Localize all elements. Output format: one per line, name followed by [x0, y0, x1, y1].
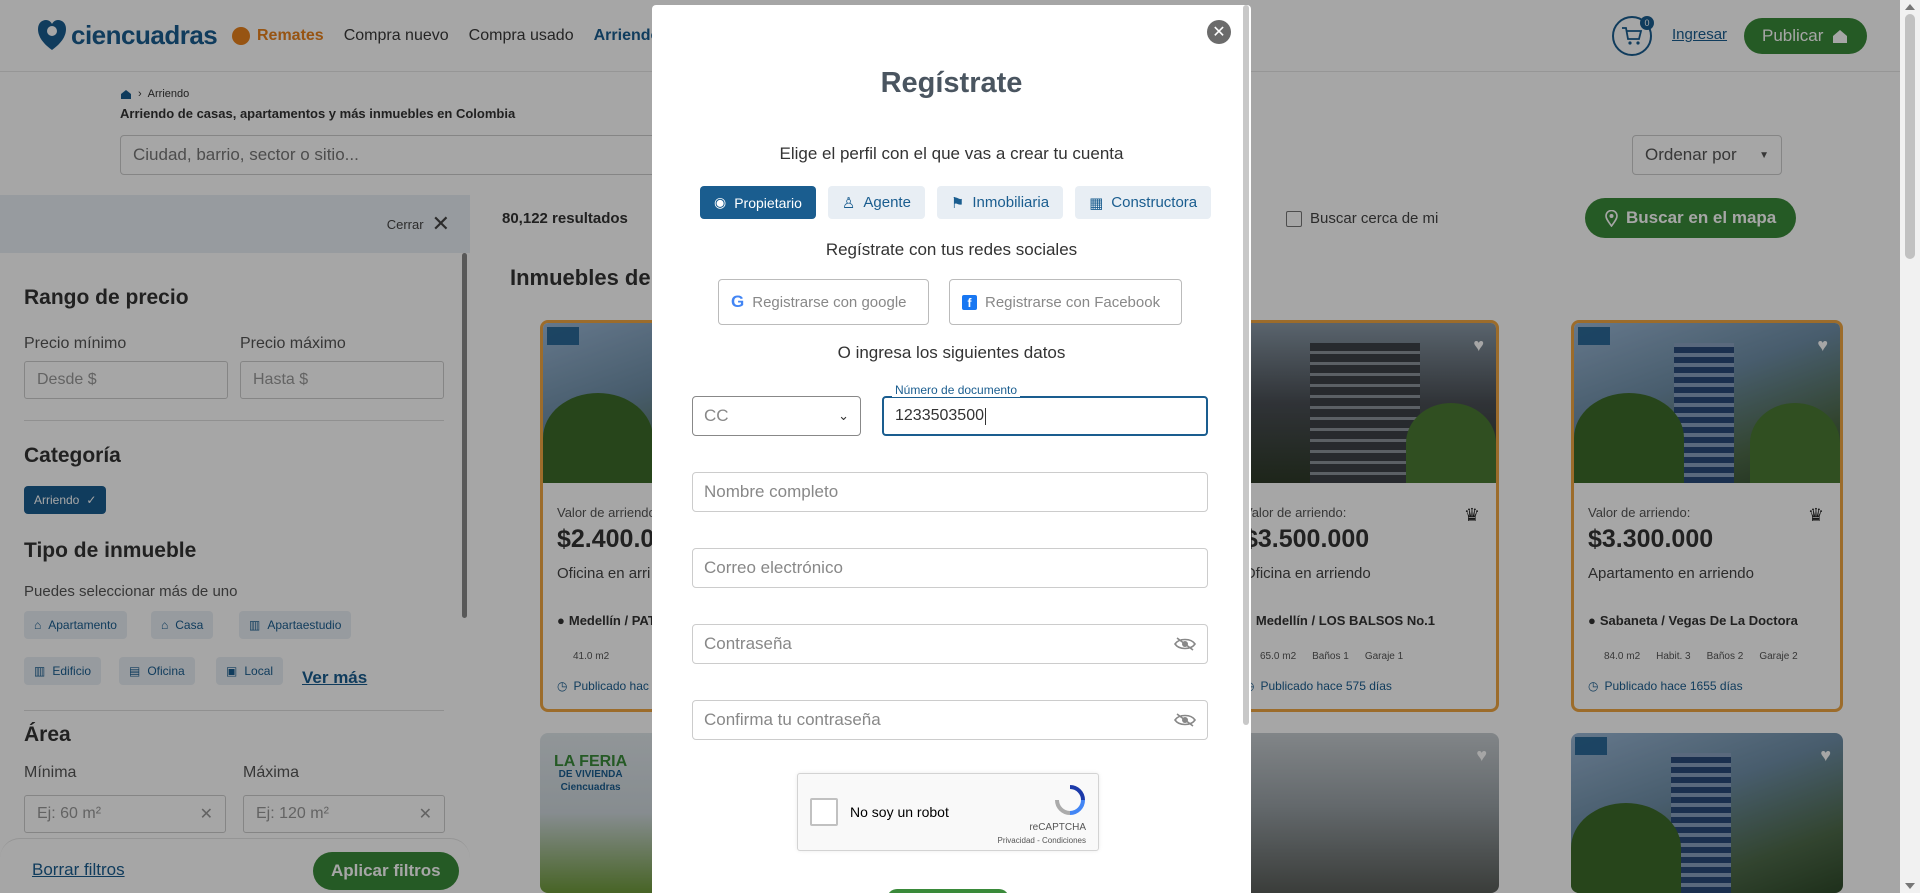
document-number-label: Número de documento — [892, 383, 1021, 397]
profile-constructora[interactable]: ▦ Constructora — [1075, 186, 1212, 219]
recaptcha-brand: reCAPTCHA — [1029, 822, 1086, 833]
eye-off-icon[interactable] — [1174, 637, 1196, 651]
full-name-placeholder: Nombre completo — [704, 482, 839, 501]
document-type-value: CC — [704, 406, 729, 425]
recaptcha-icon — [1055, 785, 1085, 815]
google-label: Registrarse con google — [752, 293, 907, 311]
recaptcha-checkbox[interactable] — [810, 798, 838, 826]
profile-label: Inmobiliaria — [972, 194, 1050, 211]
profile-label: Agente — [863, 194, 911, 211]
google-icon: G — [731, 292, 745, 311]
register-submit-button[interactable] — [887, 889, 1009, 893]
profile-label: Constructora — [1111, 194, 1198, 211]
recaptcha-links[interactable]: Privacidad - Condiciones — [998, 836, 1087, 845]
page-scrollbar[interactable] — [1900, 0, 1920, 893]
building-icon: ▦ — [1089, 194, 1104, 212]
facebook-label: Registrarse con Facebook — [985, 293, 1161, 311]
scroll-thumb[interactable] — [1905, 14, 1915, 259]
user-circle-icon: ◉ — [714, 194, 727, 210]
document-number-input[interactable]: 1233503500 — [882, 396, 1208, 436]
confirm-password-placeholder: Confirma tu contraseña — [704, 710, 881, 729]
person-icon: ♙ — [841, 194, 856, 212]
eye-off-icon[interactable] — [1174, 713, 1196, 727]
close-icon[interactable]: ✕ — [1207, 20, 1231, 44]
document-type-select[interactable]: CC ⌄ — [692, 396, 861, 436]
full-name-input[interactable]: Nombre completo — [692, 472, 1208, 512]
chevron-down-icon: ⌄ — [838, 408, 849, 423]
password-placeholder: Contraseña — [704, 634, 792, 653]
google-register-button[interactable]: G Registrarse con google — [718, 279, 929, 325]
modal-scrollbar[interactable] — [1243, 5, 1249, 725]
profile-selector: ◉ Propietario ♙ Agente ⚑ Inmobiliaria ▦ … — [700, 186, 1212, 219]
profile-label: Propietario — [734, 194, 802, 211]
password-input[interactable]: Contraseña — [692, 624, 1208, 664]
flag-building-icon: ⚑ — [950, 194, 965, 212]
recaptcha-widget: No soy un robot reCAPTCHA Privacidad - C… — [797, 773, 1099, 851]
profile-inmobiliaria[interactable]: ⚑ Inmobiliaria — [936, 186, 1064, 219]
profile-prompt: Elige el perfil con el que vas a crear t… — [779, 144, 1124, 163]
register-modal: ✕ Regístrate Elige el perfil con el que … — [652, 5, 1251, 893]
social-prompt: Regístrate con tus redes sociales — [825, 240, 1078, 259]
email-placeholder: Correo electrónico — [704, 558, 843, 577]
facebook-register-button[interactable]: f Registrarse con Facebook — [949, 279, 1182, 325]
confirm-password-input[interactable]: Confirma tu contraseña — [692, 700, 1208, 740]
modal-title: Regístrate — [880, 67, 1023, 99]
recaptcha-label: No soy un robot — [850, 804, 949, 820]
scroll-up-arrow[interactable] — [1905, 4, 1915, 10]
text-cursor — [984, 407, 986, 425]
email-input[interactable]: Correo electrónico — [692, 548, 1208, 588]
document-number-value: 1233503500 — [895, 407, 984, 424]
facebook-icon: f — [962, 294, 977, 310]
profile-agente[interactable]: ♙ Agente — [827, 186, 925, 219]
profile-propietario[interactable]: ◉ Propietario — [700, 186, 816, 219]
or-prompt: O ingresa los siguientes datos — [837, 343, 1066, 362]
scroll-down-arrow[interactable] — [1905, 883, 1915, 889]
